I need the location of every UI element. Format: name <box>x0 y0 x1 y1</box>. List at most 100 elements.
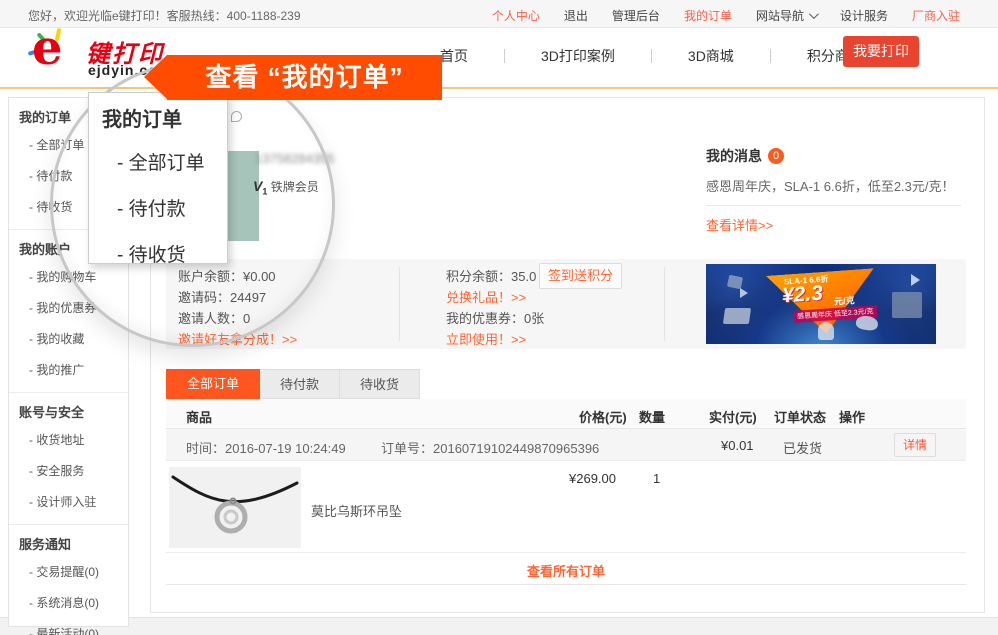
messages-count-badge: 0 <box>768 148 784 164</box>
i-want-print-button[interactable]: 我要打印 <box>843 36 919 67</box>
nav-divider <box>651 49 652 63</box>
sidebar-item-favorites[interactable]: - 我的收藏 <box>19 324 128 355</box>
invite-friends-link[interactable]: 邀请好友拿分成！>> <box>178 329 297 350</box>
view-details-link[interactable]: 查看详情>> <box>706 215 773 234</box>
tab-pending-payment[interactable]: 待付款 <box>260 369 340 399</box>
member-badge-label: 铁牌会员 <box>271 180 319 194</box>
stats-column-points: 积分余额：35.0 兑换礼品！>> 我的优惠券：0张 立即使用！>> <box>446 266 544 350</box>
member-badge: V1 铁牌会员 <box>253 178 319 196</box>
order-status: 已发货 <box>783 438 822 457</box>
chevron-down-icon <box>809 9 819 19</box>
magnifier-popup: 我的订单 - 全部订单 - 待付款 - 待收货 <box>88 92 228 264</box>
topbar-link-admin[interactable]: 管理后台 <box>612 7 660 24</box>
top-bar: 您好，欢迎光临e键打印！客服热线：400-1188-239 个人中心 退出 管理… <box>0 0 998 28</box>
welcome-text: 您好，欢迎光临e键打印！客服热线：400-1188-239 <box>28 7 301 24</box>
sidebar-item-address[interactable]: - 收货地址 <box>19 425 128 456</box>
sidebar-item-coupons[interactable]: - 我的优惠券 <box>19 293 128 324</box>
banner-price: ¥2.3 <box>781 282 823 309</box>
col-product: 商品 <box>186 407 212 426</box>
topbar-link-site-nav[interactable]: 网站导航 <box>756 7 816 24</box>
sidebar-item-latest-activity[interactable]: - 最新活动(0) <box>19 619 128 635</box>
col-paid: 实付(元) <box>709 407 757 426</box>
profile-icon <box>231 111 242 122</box>
messages-divider <box>706 205 961 206</box>
topbar-link-logout[interactable]: 退出 <box>564 7 588 24</box>
member-level-icon: V <box>253 178 262 194</box>
banner-printer-shape <box>723 308 751 324</box>
footer-strip <box>0 617 998 635</box>
sidebar-item-trade-alerts[interactable]: - 交易提醒(0) <box>19 557 128 588</box>
sidebar-item-system-messages[interactable]: - 系统消息(0) <box>19 588 128 619</box>
stats-divider <box>664 267 665 341</box>
page: 您好，欢迎光临e键打印！客服热线：400-1188-239 个人中心 退出 管理… <box>0 0 998 635</box>
order-detail-button[interactable]: 详情 <box>894 433 936 457</box>
view-all-orders-link[interactable]: 查看所有订单 <box>527 561 605 580</box>
col-price: 价格(元) <box>579 407 627 426</box>
order-tabs: 全部订单 待付款 待收货 <box>166 369 420 399</box>
use-now-link[interactable]: 立即使用！>> <box>446 329 544 350</box>
invite-count: 邀请人数：0 <box>178 308 297 329</box>
tab-all-orders[interactable]: 全部订单 <box>166 369 260 399</box>
redeem-gifts-link[interactable]: 兑换礼品！>> <box>446 287 544 308</box>
col-action: 操作 <box>839 407 865 426</box>
tab-pending-receipt[interactable]: 待收货 <box>340 369 420 399</box>
nav-3d-print-cases[interactable]: 3D打印案例 <box>541 46 615 66</box>
sidebar-item-promotion[interactable]: - 我的推广 <box>19 355 128 386</box>
sidebar-title-service-notices[interactable]: 服务通知 <box>19 533 128 557</box>
main-nav: 首页 3D打印案例 3D商城 积分商城 <box>440 46 863 66</box>
orders-footer-row: 查看所有订单 <box>166 553 966 585</box>
sidebar-title-account-security[interactable]: 账号与安全 <box>19 401 128 425</box>
points-balance: 积分余额：35.0 <box>446 266 544 287</box>
sidebar-section-notices: 服务通知 - 交易提醒(0) - 系统消息(0) - 最新活动(0) <box>9 525 128 635</box>
col-status: 订单状态 <box>774 407 826 426</box>
sidebar-section-security: 账号与安全 - 收货地址 - 安全服务 - 设计师入驻 <box>9 393 128 525</box>
stats-column-balance: 账户余额：¥0.00 邀请码：24497 邀请人数：0 邀请好友拿分成！>> <box>178 266 297 350</box>
order-number: 订单号：20160719102449870965396 <box>381 438 599 457</box>
signin-points-button[interactable]: 签到送积分 <box>539 263 622 289</box>
product-price: ¥269.00 <box>569 471 616 486</box>
view-my-orders-callout: 查看 “我的订单” <box>167 55 442 100</box>
nav-divider <box>770 49 771 63</box>
magnifier-item-all-orders[interactable]: - 全部订单 <box>117 148 205 175</box>
promo-banner[interactable]: SLA-1 6.6折 ¥2.3 元/克 感恩周年庆 低至2.3元/克 <box>706 264 936 344</box>
sidebar-item-designer-join[interactable]: - 设计师入驻 <box>19 487 128 518</box>
logo-e-glyph: e <box>32 20 63 76</box>
product-image[interactable] <box>169 467 301 548</box>
topbar-link-my-orders[interactable]: 我的订单 <box>684 7 732 24</box>
product-quantity: 1 <box>653 471 660 486</box>
coupons-count: 我的优惠券：0张 <box>446 308 544 329</box>
member-level-number: 1 <box>262 186 267 196</box>
sidebar-item-cart[interactable]: - 我的购物车 <box>19 262 128 293</box>
topbar-link-vendor-join[interactable]: 厂商入驻 <box>912 7 960 24</box>
messages-text: 感恩周年庆，SLA-1 6.6折，低至2.3元/克！ <box>706 176 971 195</box>
topbar-links: 个人中心 退出 管理后台 我的订单 网站导航 设计服务 厂商入驻 <box>492 7 960 24</box>
order-meta-row: 时间：2016-07-19 10:24:49 订单号：2016071910244… <box>166 429 966 461</box>
necklace-graphic <box>169 467 301 548</box>
nav-3d-mall[interactable]: 3D商城 <box>688 46 734 66</box>
banner-triangle-right-icon <box>911 274 920 286</box>
banner-figure-shape <box>818 322 834 340</box>
topbar-link-user-center[interactable]: 个人中心 <box>492 7 540 24</box>
stats-divider <box>399 267 400 341</box>
nav-home[interactable]: 首页 <box>440 46 468 66</box>
magnifier-title-my-orders[interactable]: 我的订单 <box>102 103 182 132</box>
username-blurred: 13758284355 <box>255 151 335 166</box>
product-name[interactable]: 莫比乌斯环吊坠 <box>311 501 402 520</box>
account-stats-panel: 账户余额：¥0.00 邀请码：24497 邀请人数：0 邀请好友拿分成！>> 积… <box>166 259 966 349</box>
sidebar-item-security-service[interactable]: - 安全服务 <box>19 456 128 487</box>
order-time: 时间：2016-07-19 10:24:49 <box>186 438 346 457</box>
order-paid-amount: ¥0.01 <box>721 438 754 453</box>
magnifier-item-pending-payment[interactable]: - 待付款 <box>117 194 186 221</box>
topbar-link-design-service[interactable]: 设计服务 <box>840 7 888 24</box>
main-content: 13758284355 V1 铁牌会员 我的消息0 感恩周年庆，SLA-1 6.… <box>150 97 985 613</box>
col-quantity: 数量 <box>639 407 665 426</box>
magnifier-item-pending-receipt[interactable]: - 待收货 <box>117 240 186 267</box>
banner-triangle-left-icon <box>740 288 748 298</box>
nav-divider <box>504 49 505 63</box>
order-product-row: 莫比乌斯环吊坠 ¥269.00 1 <box>166 461 966 553</box>
site-nav-label: 网站导航 <box>756 7 804 24</box>
messages-title: 我的消息 <box>706 146 762 166</box>
balance-value: 账户余额：¥0.00 <box>178 266 297 287</box>
banner-machine-shape <box>892 292 922 318</box>
invite-code: 邀请码：24497 <box>178 287 297 308</box>
